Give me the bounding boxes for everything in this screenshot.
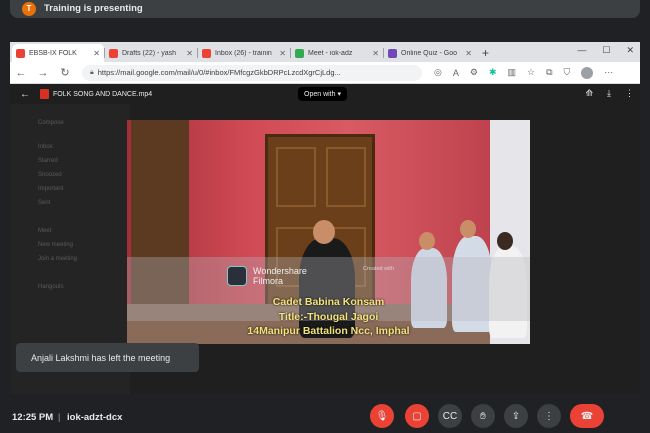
browser-tab[interactable]: Inbox (26) - trainin ✕ xyxy=(198,44,290,62)
browser-tab-bar: EBSB-IX FOLK ✕ Drafts (22) - yash ✕ Inbo… xyxy=(10,42,640,62)
video-player[interactable]: Wondershare Filmora Created with Cadet B… xyxy=(127,120,530,344)
watermark-note: Created with xyxy=(363,266,394,272)
list-item: Inbox xyxy=(38,144,53,150)
gmail-icon xyxy=(16,48,25,58)
present-screen-icon[interactable]: ⇪ xyxy=(504,404,528,428)
download-icon[interactable]: ⤓ xyxy=(607,88,611,99)
video-frame xyxy=(460,220,476,238)
viewer-actions: ⟰ ⤓ ⋮ xyxy=(585,88,634,99)
video-caption: Title:-Thougal Jagoi xyxy=(278,311,379,323)
more-options-icon[interactable]: ⋮ xyxy=(537,404,561,428)
tab-label: EBSB-IX FOLK xyxy=(29,49,77,57)
url-text: https://mail.google.com/mail/u/0/#inbox/… xyxy=(97,68,341,77)
close-icon[interactable]: ✕ xyxy=(465,49,472,58)
browser-tab[interactable]: EBSB-IX FOLK ✕ xyxy=(12,44,104,62)
grammarly-icon[interactable]: ✱ xyxy=(489,67,497,78)
address-bar: ← → ↻ 🔒︎ https://mail.google.com/mail/u/… xyxy=(10,62,640,84)
url-input[interactable]: 🔒︎ https://mail.google.com/mail/u/0/#inb… xyxy=(82,64,422,81)
maximize-icon[interactable]: ☐ xyxy=(602,45,610,56)
minimize-icon[interactable]: — xyxy=(577,45,586,56)
list-item: Starred xyxy=(38,158,58,164)
window-controls: — ☐ ✕ xyxy=(577,45,634,56)
close-icon[interactable]: ✕ xyxy=(279,49,286,58)
notification-toast: Anjali Lakshmi has left the meeting xyxy=(16,343,199,372)
video-caption: Cadet Babina Konsam xyxy=(272,296,385,308)
video-frame xyxy=(419,232,435,250)
open-with-button[interactable]: Open with ▾ xyxy=(298,87,347,101)
file-viewer-bar: ← FOLK SONG AND DANCE.mp4 Open with ▾ ⟰ … xyxy=(10,84,640,104)
meet-icon xyxy=(295,48,304,58)
presenting-banner: T Training is presenting xyxy=(10,0,640,18)
more-vert-icon[interactable]: ⋮ xyxy=(625,88,634,99)
list-item: New meeting xyxy=(38,242,74,248)
account-icon[interactable] xyxy=(581,66,594,79)
list-item: Compose xyxy=(38,120,64,126)
reload-icon[interactable]: ↻ xyxy=(54,66,76,79)
mic-off-icon[interactable]: 🎙︎ xyxy=(370,404,394,428)
filmora-logo-icon xyxy=(227,266,247,286)
split-screen-icon[interactable]: ▥ xyxy=(508,67,517,78)
back-icon[interactable]: ← xyxy=(10,67,32,79)
watermark: Wondershare Filmora xyxy=(253,266,307,286)
meeting-code: iok-adzt-dcx xyxy=(67,412,123,423)
presenter-label: Training is presenting xyxy=(44,3,143,14)
clock: 12:25 PM xyxy=(12,412,54,423)
new-tab-icon[interactable]: + xyxy=(482,46,489,60)
video-file-icon xyxy=(40,89,49,99)
add-to-drive-icon[interactable]: ⟰ xyxy=(585,88,593,99)
browser-tab[interactable]: Online Quiz - Goo ✕ xyxy=(384,44,476,62)
video-frame xyxy=(497,232,513,250)
list-item: Hangouts xyxy=(38,284,64,290)
collections-icon[interactable]: ⧉ xyxy=(546,67,552,78)
tab-label: Online Quiz - Goo xyxy=(401,49,458,57)
video-caption: 14Manipur Battalion Ncc, Imphal xyxy=(247,325,410,337)
extension-icon[interactable]: ⚙ xyxy=(470,67,478,78)
browser-tab[interactable]: Drafts (22) - yash ✕ xyxy=(105,44,197,62)
meet-top-bar: T Training is presenting xyxy=(0,0,650,20)
shared-screen: EBSB-IX FOLK ✕ Drafts (22) - yash ✕ Inbo… xyxy=(10,42,640,394)
install-icon[interactable]: ◎ xyxy=(434,67,442,78)
gmail-icon xyxy=(109,48,118,58)
video-frame xyxy=(313,220,335,244)
translate-icon[interactable]: A xyxy=(453,68,459,78)
file-name: FOLK SONG AND DANCE.mp4 xyxy=(53,90,153,98)
close-icon[interactable]: ✕ xyxy=(372,49,379,58)
forward-icon[interactable]: → xyxy=(32,67,54,79)
divider: | xyxy=(58,412,61,422)
gmail-icon xyxy=(202,48,211,58)
close-icon[interactable]: ✕ xyxy=(186,49,193,58)
list-item: Important xyxy=(38,186,64,192)
close-icon[interactable]: ✕ xyxy=(93,49,100,58)
list-item: Meet xyxy=(38,228,52,234)
meet-control-bar: 12:25 PM | iok-adzt-dcx 🎙︎ ▢ CC ✋︎ ⇪ ⋮ ☎… xyxy=(0,400,650,433)
tab-label: Drafts (22) - yash xyxy=(122,49,177,57)
back-arrow-icon[interactable]: ← xyxy=(20,89,30,100)
camera-off-icon[interactable]: ▢ xyxy=(405,404,429,428)
close-window-icon[interactable]: ✕ xyxy=(626,45,634,56)
tab-label: Meet - iok-adz xyxy=(308,49,353,57)
end-call-icon[interactable]: ☎︎ xyxy=(570,404,604,428)
list-item: Join a meeting xyxy=(38,256,78,262)
favorites-icon[interactable]: ☆ xyxy=(527,67,535,78)
raise-hand-icon[interactable]: ✋︎ xyxy=(471,404,495,428)
browser-tab[interactable]: Meet - iok-adz ✕ xyxy=(291,44,383,62)
lock-icon: 🔒︎ xyxy=(90,68,94,76)
tab-label: Inbox (26) - trainin xyxy=(215,49,272,57)
captions-icon[interactable]: CC xyxy=(438,404,462,428)
shield-icon[interactable]: ⛉ xyxy=(564,67,571,78)
list-item: Snoozed xyxy=(38,172,62,178)
list-item: Sent xyxy=(38,200,51,206)
extension-icons: ◎ A ⚙ ✱ ▥ ☆ ⧉ ⛉ ⋯ xyxy=(434,66,613,79)
presenter-avatar: T xyxy=(22,1,36,16)
more-icon[interactable]: ⋯ xyxy=(604,67,613,78)
forms-icon xyxy=(388,48,397,58)
